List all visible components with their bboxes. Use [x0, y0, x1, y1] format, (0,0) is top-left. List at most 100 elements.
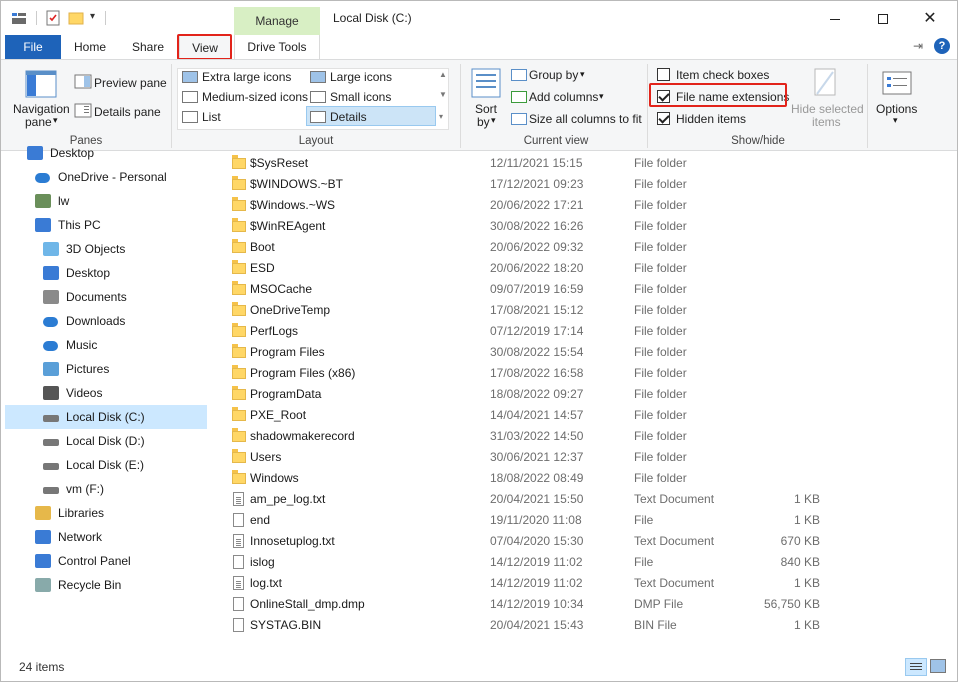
nav-item[interactable]: Recycle Bin	[58, 574, 121, 596]
layout-scroll-up-icon[interactable]: ▲	[439, 70, 447, 79]
file-row[interactable]: OneDriveTemp 17/08/2021 15:12 File folder	[211, 300, 957, 321]
file-row[interactable]: Program Files 30/08/2022 15:54 File folder	[211, 342, 957, 363]
file-type: File folder	[634, 261, 687, 275]
medium-icons-option[interactable]: Medium-sized icons	[202, 90, 308, 104]
nav-item[interactable]: Music	[66, 334, 97, 356]
nav-item[interactable]: Network	[58, 526, 102, 548]
group-by-button[interactable]: Group by	[529, 68, 578, 82]
pin-ribbon-icon[interactable]: ⇥	[913, 39, 923, 53]
layout-scroll-down-icon[interactable]: ▼	[439, 90, 447, 99]
file-row[interactable]: islog 14/12/2019 11:02 File 840 KB	[211, 552, 957, 573]
small-icons-option[interactable]: Small icons	[330, 90, 391, 104]
hide-selected-label[interactable]: Hide selected	[791, 102, 864, 116]
file-date-modified: 30/08/2022 15:54	[490, 345, 584, 359]
add-columns-chevron-icon[interactable]: ▾	[599, 91, 604, 102]
file-row[interactable]: SYSTAG.BIN 20/04/2021 15:43 BIN File 1 KB	[211, 615, 957, 636]
file-row[interactable]: MSOCache 09/07/2019 16:59 File folder	[211, 279, 957, 300]
tab-file[interactable]: File	[5, 35, 61, 59]
large-icons-view-button[interactable]	[930, 659, 946, 673]
details-pane-icon[interactable]	[74, 103, 92, 119]
sort-by-label[interactable]: Sort	[475, 102, 497, 116]
nav-item[interactable]: Pictures	[66, 358, 109, 380]
new-folder-icon[interactable]	[68, 10, 84, 26]
file-row[interactable]: end 19/11/2020 11:08 File 1 KB	[211, 510, 957, 531]
nav-item[interactable]: This PC	[58, 214, 101, 236]
sort-by-chevron-icon[interactable]: ▾	[491, 115, 496, 126]
maximize-button[interactable]	[873, 9, 893, 29]
nav-item[interactable]: vm (F:)	[66, 478, 104, 500]
file-row[interactable]: $WinREAgent 30/08/2022 16:26 File folder	[211, 216, 957, 237]
navigation-pane-label-2[interactable]: pane	[25, 115, 52, 129]
file-row[interactable]: $WINDOWS.~BT 17/12/2021 09:23 File folder	[211, 174, 957, 195]
add-columns-button[interactable]: Add columns	[529, 90, 598, 104]
desktop-icon	[43, 266, 59, 280]
nav-item[interactable]: Downloads	[66, 310, 125, 332]
large-icons-option[interactable]: Large icons	[330, 70, 392, 84]
group-by-chevron-icon[interactable]: ▾	[580, 69, 585, 80]
navigation-pane-label[interactable]: Navigation	[13, 102, 70, 116]
file-row[interactable]: PXE_Root 14/04/2021 14:57 File folder	[211, 405, 957, 426]
nav-item[interactable]: 3D Objects	[66, 238, 125, 260]
hide-selected-label-2[interactable]: items	[812, 115, 841, 129]
details-view-button[interactable]	[905, 658, 927, 676]
details-option[interactable]: Details	[330, 110, 367, 124]
file-row[interactable]: OnlineStall_dmp.dmp 14/12/2019 10:34 DMP F…	[211, 594, 957, 615]
file-row[interactable]: Users 30/06/2021 12:37 File folder	[211, 447, 957, 468]
close-button[interactable]: ✕	[920, 9, 940, 29]
file-row[interactable]: $Windows.~WS 20/06/2022 17:21 File folder	[211, 195, 957, 216]
nav-item[interactable]: OneDrive - Personal	[58, 166, 167, 188]
file-name: shadowmakerecord	[250, 429, 355, 443]
options-chevron-icon[interactable]: ▾	[893, 115, 898, 126]
item-check-boxes-label[interactable]: Item check boxes	[676, 68, 769, 82]
sort-by-label-2[interactable]: by	[477, 115, 490, 129]
file-name: $SysReset	[250, 156, 309, 170]
file-row[interactable]: Windows 18/08/2022 08:49 File folder	[211, 468, 957, 489]
help-icon[interactable]: ?	[934, 38, 950, 54]
nav-item[interactable]: Desktop	[66, 262, 110, 284]
size-all-columns-button[interactable]: Size all columns to fit	[529, 112, 642, 126]
properties-icon[interactable]	[45, 10, 61, 26]
nav-item[interactable]: Local Disk (E:)	[66, 454, 144, 476]
preview-pane-icon[interactable]	[74, 74, 92, 90]
hide-selected-icon[interactable]	[813, 68, 839, 100]
explorer-app-icon[interactable]	[11, 10, 27, 26]
file-row[interactable]: ESD 20/06/2022 18:20 File folder	[211, 258, 957, 279]
nav-item[interactable]: Libraries	[58, 502, 104, 524]
tab-share[interactable]: Share	[125, 35, 171, 59]
file-row[interactable]: ProgramData 18/08/2022 09:27 File folder	[211, 384, 957, 405]
file-row[interactable]: Boot 20/06/2022 09:32 File folder	[211, 237, 957, 258]
file-row[interactable]: shadowmakerecord 31/03/2022 14:50 File fol…	[211, 426, 957, 447]
file-row[interactable]: $SysReset 12/11/2021 15:15 File folder	[211, 153, 957, 174]
preview-pane-button[interactable]: Preview pane	[94, 76, 167, 90]
drive-icon	[43, 463, 59, 470]
extra-large-icons-option[interactable]: Extra large icons	[202, 70, 291, 84]
minimize-button[interactable]	[825, 9, 845, 29]
layout-expand-icon[interactable]: ▾	[439, 112, 443, 121]
file-row[interactable]: Innosetuplog.txt 07/04/2020 15:30 Text Doc…	[211, 531, 957, 552]
customize-qa-chevron-icon[interactable]: ▾	[90, 11, 95, 22]
navigation-pane-icon[interactable]	[25, 70, 57, 102]
options-button[interactable]: Options	[876, 102, 917, 116]
file-row[interactable]: am_pe_log.txt 20/04/2021 15:50 Text Docume…	[211, 489, 957, 510]
manage-context-tab[interactable]: Manage	[234, 7, 320, 35]
nav-item[interactable]: Control Panel	[58, 550, 131, 572]
nav-item[interactable]: Local Disk (D:)	[66, 430, 145, 452]
nav-item[interactable]: Desktop	[50, 142, 94, 164]
item-check-boxes-checkbox[interactable]	[657, 68, 670, 81]
nav-item[interactable]: lw	[58, 190, 69, 212]
tab-drive-tools[interactable]: Drive Tools	[234, 35, 320, 59]
nav-item[interactable]: Local Disk (C:)	[66, 406, 145, 428]
nav-item[interactable]: Documents	[66, 286, 127, 308]
hidden-items-checkbox[interactable]	[657, 112, 670, 125]
sort-by-icon[interactable]	[471, 68, 501, 100]
list-option[interactable]: List	[202, 110, 221, 124]
navigation-pane-chevron-icon[interactable]: ▾	[53, 115, 58, 126]
hidden-items-label[interactable]: Hidden items	[676, 112, 746, 126]
file-row[interactable]: log.txt 14/12/2019 11:02 Text Document 1 KB	[211, 573, 957, 594]
nav-item[interactable]: Videos	[66, 382, 102, 404]
details-pane-button[interactable]: Details pane	[94, 105, 161, 119]
file-row[interactable]: PerfLogs 07/12/2019 17:14 File folder	[211, 321, 957, 342]
file-row[interactable]: Program Files (x86) 17/08/2022 16:58 File …	[211, 363, 957, 384]
options-icon[interactable]	[881, 70, 913, 98]
tab-home[interactable]: Home	[67, 35, 113, 59]
